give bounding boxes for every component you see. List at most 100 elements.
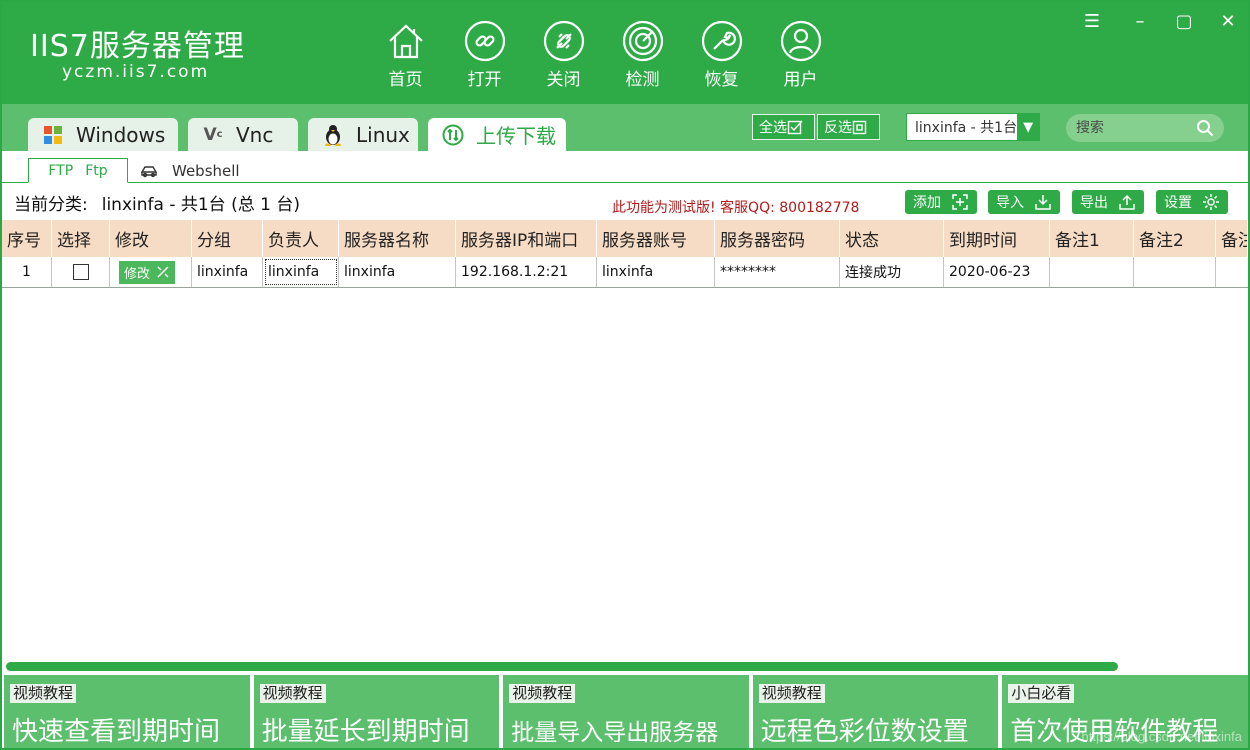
col-note1[interactable]: 备注1: [1050, 220, 1134, 257]
add-icon: [952, 194, 968, 210]
tutorial-tile[interactable]: 视频教程 远程色彩位数设置: [752, 675, 999, 748]
tutorial-tile[interactable]: 视频教程 批量导入导出服务器: [503, 675, 749, 748]
export-button[interactable]: 导出: [1072, 190, 1144, 214]
transfer-icon: [442, 124, 464, 146]
close-button[interactable]: ✕: [1216, 10, 1240, 34]
tile-title: 快速查看到期时间: [12, 717, 221, 747]
webshell-icon: [140, 165, 158, 177]
tab-linux-label: Linux: [356, 122, 410, 147]
col-select[interactable]: 选择: [52, 220, 110, 257]
tab-linux[interactable]: Linux: [308, 118, 418, 151]
logo-url: yczm.iis7.com: [62, 62, 210, 82]
horizontal-scrollbar[interactable]: [6, 662, 1118, 671]
watermark: https://blog.csdn.net/linxinfa: [1081, 729, 1242, 744]
beta-notice: 此功能为测试版! 客服QQ: 800182778: [612, 200, 860, 216]
category-label: 当前分类:: [14, 195, 88, 215]
col-index[interactable]: 序号: [2, 220, 52, 257]
tutorial-tile[interactable]: 视频教程 快速查看到期时间: [4, 675, 250, 748]
tile-title: 远程色彩位数设置: [760, 717, 969, 747]
check-box-icon: [787, 120, 803, 135]
invert-select-button[interactable]: 反选: [817, 114, 880, 140]
tutorial-tile[interactable]: 视频教程 批量延长到期时间: [253, 675, 500, 748]
tab-transfer[interactable]: 上传下载: [428, 118, 566, 151]
col-ip-port[interactable]: 服务器IP和端口: [456, 220, 597, 257]
cell-note3: [1216, 257, 1248, 287]
add-button[interactable]: 添加: [905, 190, 977, 214]
radar-icon: [622, 20, 663, 62]
tools-icon: [157, 266, 169, 278]
nav-home-label: 首页: [388, 70, 423, 90]
col-owner[interactable]: 负责人: [263, 220, 339, 257]
nav-close-label: 关闭: [546, 70, 581, 90]
search-input[interactable]: [1076, 120, 1186, 136]
table-row[interactable]: 1 修改 linxinfa linxinfa linxinfa 192.168.…: [2, 257, 1248, 288]
home-icon: [388, 24, 423, 59]
nav-open[interactable]: 打开: [445, 20, 524, 90]
row-checkbox[interactable]: [72, 264, 89, 280]
gear-icon: [1203, 194, 1219, 210]
col-account[interactable]: 服务器账号: [597, 220, 715, 257]
cell-status: 连接成功: [840, 257, 944, 287]
menu-icon[interactable]: ☰: [1080, 10, 1104, 34]
col-note2[interactable]: 备注2: [1134, 220, 1216, 257]
wrench-icon: [701, 20, 742, 62]
col-expire[interactable]: 到期时间: [944, 220, 1050, 257]
invert-select-label: 反选: [824, 120, 852, 136]
cell-ip-port: 192.168.1.2:21: [456, 257, 597, 287]
edit-button[interactable]: 修改: [119, 260, 176, 284]
tab-bar: Windows Vc Vnc Linux 上传下载 全选 反选 linxinfa…: [2, 104, 1248, 151]
tile-title: 批量导入导出服务器: [511, 720, 719, 746]
tab-windows[interactable]: Windows: [28, 118, 178, 151]
maximize-button[interactable]: ▢: [1172, 10, 1196, 34]
main-nav: 首页 打开 关闭 检测 恢复 用户: [366, 20, 840, 90]
col-note3[interactable]: 备注: [1216, 220, 1248, 257]
table-header: 序号 选择 修改 分组 负责人 服务器名称 服务器IP和端口 服务器账号 服务器…: [2, 220, 1248, 257]
cell-server-name: linxinfa: [339, 257, 456, 287]
export-icon: [1119, 194, 1135, 210]
cell-owner[interactable]: linxinfa: [263, 257, 339, 287]
tutorial-tiles: 视频教程 快速查看到期时间 视频教程 批量延长到期时间 视频教程 批量导入导出服…: [4, 675, 1248, 748]
settings-button[interactable]: 设置: [1156, 190, 1228, 214]
dropdown-arrow-icon[interactable]: ▼: [1017, 114, 1039, 140]
nav-home[interactable]: 首页: [366, 20, 445, 90]
cell-expire: 2020-06-23: [944, 257, 1050, 287]
import-button[interactable]: 导入: [988, 190, 1060, 214]
tile-tag: 视频教程: [509, 684, 576, 703]
col-server-name[interactable]: 服务器名称: [339, 220, 456, 257]
import-label: 导入: [996, 195, 1024, 211]
col-password[interactable]: 服务器密码: [715, 220, 840, 257]
category-value: linxinfa - 共1台 (总 1 台): [101, 195, 300, 215]
add-label: 添加: [913, 195, 941, 211]
export-label: 导出: [1080, 195, 1108, 211]
cell-account: linxinfa: [597, 257, 715, 287]
nav-user-label: 用户: [783, 70, 818, 90]
nav-detect[interactable]: 检测: [603, 20, 682, 90]
tab-windows-label: Windows: [76, 122, 166, 147]
tile-tag: 小白必看: [1008, 684, 1075, 703]
subtab-ftp[interactable]: FTP Ftp: [28, 158, 128, 183]
tab-transfer-label: 上传下载: [476, 124, 556, 148]
cell-edit: 修改: [110, 257, 192, 287]
subtab-ftp-label: Ftp: [85, 162, 108, 179]
search-icon[interactable]: [1196, 119, 1214, 137]
col-edit[interactable]: 修改: [110, 220, 192, 257]
col-status[interactable]: 状态: [840, 220, 944, 257]
cell-index: 1: [2, 257, 52, 287]
subtab-webshell[interactable]: Webshell: [140, 158, 240, 183]
cell-password: ********: [715, 257, 840, 287]
nav-open-label: 打开: [467, 70, 502, 90]
tutorial-tile[interactable]: 小白必看 首次使用软件教程 https://blog.csdn.net/linx…: [1002, 675, 1248, 748]
group-select[interactable]: linxinfa - 共1台 ▼: [906, 113, 1040, 141]
logo-title: IIS7服务器管理: [30, 29, 245, 64]
tile-tag: 视频教程: [10, 684, 77, 703]
main-window: IIS7服务器管理 yczm.iis7.com 首页 打开 关闭 检测 恢复 用…: [0, 0, 1250, 750]
nav-user[interactable]: 用户: [761, 20, 840, 90]
nav-restore[interactable]: 恢复: [682, 20, 761, 90]
tab-vnc[interactable]: Vc Vnc: [188, 118, 298, 151]
nav-close[interactable]: 关闭: [524, 20, 603, 90]
server-table: 序号 选择 修改 分组 负责人 服务器名称 服务器IP和端口 服务器账号 服务器…: [2, 220, 1248, 288]
col-group[interactable]: 分组: [192, 220, 263, 257]
select-all-button[interactable]: 全选: [752, 114, 815, 140]
minimize-button[interactable]: –: [1128, 10, 1152, 34]
cell-note1: [1050, 257, 1134, 287]
